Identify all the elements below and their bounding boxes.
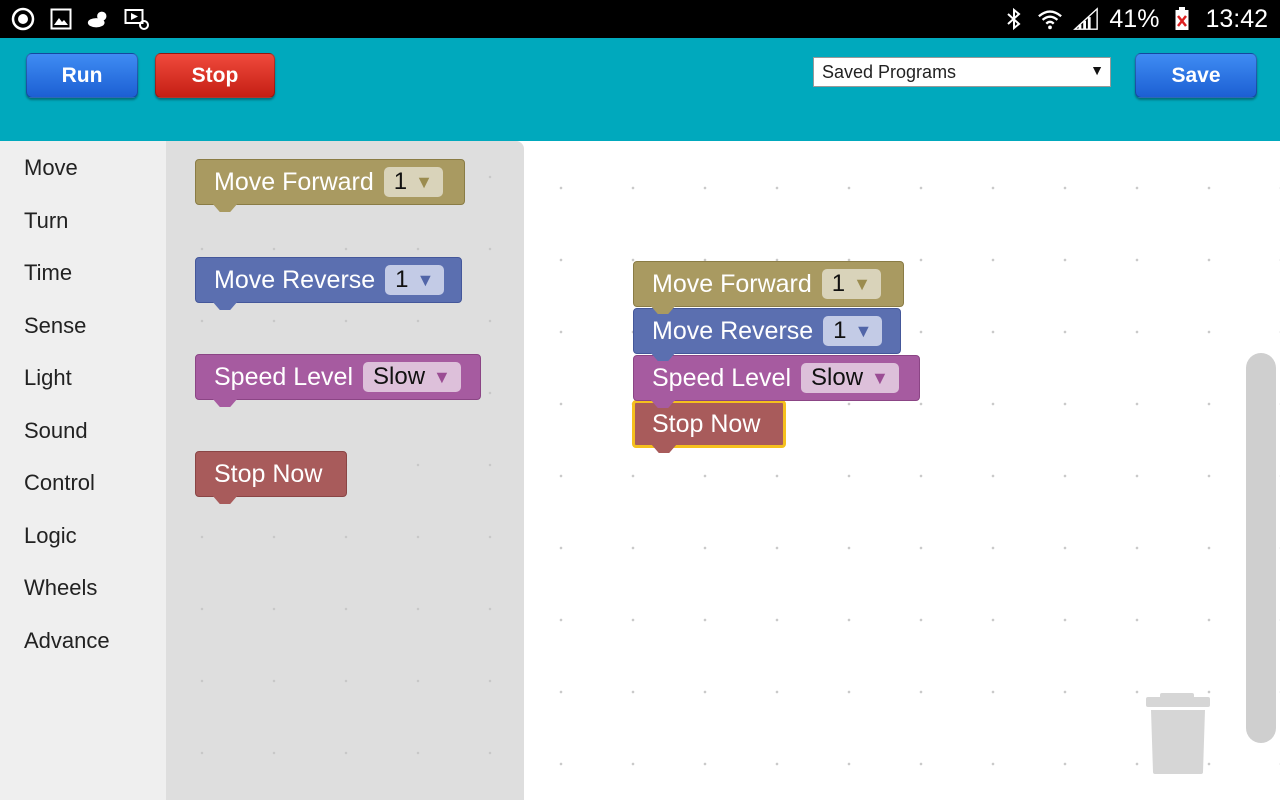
dropdown-arrow-icon: ▼ (853, 273, 871, 294)
category-control[interactable]: Control (24, 470, 95, 496)
battery-icon (1169, 6, 1195, 32)
flyout-speed-level-block[interactable]: Speed Level Slow ▼ (195, 354, 481, 407)
move-reverse-value-dropdown[interactable]: 1 ▼ (385, 265, 445, 295)
block-label: Move Reverse (214, 265, 376, 294)
block-label: Move Reverse (652, 316, 814, 345)
dropdown-value: 1 (833, 317, 847, 344)
category-sidebar: Move Turn Time Sense Light Sound Control… (0, 141, 166, 800)
toolbar: Run Stop Saved Programs ▼ Save (0, 38, 1280, 141)
dropdown-arrow-icon: ▼ (416, 269, 435, 290)
chevron-down-icon: ▼ (1090, 62, 1104, 78)
dropdown-value: Slow (373, 363, 426, 390)
category-logic[interactable]: Logic (24, 523, 77, 549)
move-reverse-value-dropdown[interactable]: 1 ▼ (823, 316, 883, 346)
status-bar: 41% 13:42 (0, 0, 1280, 38)
workspace-move-reverse-block[interactable]: Move Reverse 1 ▼ (633, 308, 901, 361)
category-advance[interactable]: Advance (24, 628, 110, 654)
category-wheels[interactable]: Wheels (24, 575, 97, 601)
circle-app-icon (10, 6, 36, 32)
block-label: Move Forward (652, 269, 812, 298)
saved-programs-select[interactable]: Saved Programs ▼ (813, 57, 1111, 87)
clock: 13:42 (1205, 5, 1268, 33)
category-time[interactable]: Time (24, 260, 72, 286)
stop-button[interactable]: Stop (155, 53, 275, 98)
speed-level-value-dropdown[interactable]: Slow ▼ (363, 362, 461, 392)
dropdown-arrow-icon: ▼ (415, 171, 433, 192)
wifi-icon (1037, 6, 1063, 32)
workspace-speed-level-block[interactable]: Speed Level Slow ▼ (633, 355, 920, 408)
block-notch (212, 398, 238, 407)
move-forward-value-dropdown[interactable]: 1 ▼ (821, 269, 881, 299)
category-light[interactable]: Light (24, 365, 72, 391)
dropdown-value: 1 (393, 168, 408, 195)
dropdown-arrow-icon: ▼ (854, 320, 873, 341)
dropdown-arrow-icon: ▼ (871, 367, 889, 388)
block-notch (212, 301, 238, 310)
block-notch (212, 495, 238, 504)
screen-mirror-icon (124, 6, 150, 32)
dropdown-arrow-icon: ▼ (433, 366, 451, 387)
category-sense[interactable]: Sense (24, 313, 86, 339)
flyout-move-reverse-block[interactable]: Move Reverse 1 ▼ (195, 257, 462, 310)
run-button[interactable]: Run (26, 53, 138, 98)
status-right-icons: 41% 13:42 (1001, 4, 1268, 34)
category-turn[interactable]: Turn (24, 208, 68, 234)
saved-programs-value: Saved Programs (822, 62, 957, 82)
flyout-move-forward-block[interactable]: Move Forward 1 ▼ (195, 159, 465, 212)
dropdown-value: 1 (831, 270, 846, 297)
category-sound[interactable]: Sound (24, 418, 88, 444)
dropdown-value: Slow (811, 364, 864, 391)
block-label: Stop Now (652, 409, 761, 438)
dropdown-value: 1 (395, 266, 409, 293)
block-label: Speed Level (652, 363, 792, 392)
block-notch (651, 444, 677, 453)
block-flyout: Move Forward 1 ▼ Move Reverse 1 ▼ Speed … (166, 141, 524, 800)
signal-icon (1073, 6, 1099, 32)
move-forward-value-dropdown[interactable]: 1 ▼ (383, 167, 443, 197)
workspace-stop-now-block[interactable]: Stop Now (632, 400, 786, 453)
save-button[interactable]: Save (1135, 53, 1257, 98)
gallery-icon (48, 6, 74, 32)
block-label: Speed Level (214, 362, 354, 391)
flyout-stop-now-block[interactable]: Stop Now (195, 451, 347, 504)
workspace-scrollbar[interactable] (1246, 353, 1276, 743)
weather-icon (86, 6, 112, 32)
trash-icon[interactable] (1146, 690, 1210, 776)
workspace-move-forward-block[interactable]: Move Forward 1 ▼ (633, 261, 904, 314)
status-left-icons (10, 6, 150, 32)
battery-percent: 41% (1109, 5, 1160, 33)
block-label: Stop Now (214, 459, 323, 488)
bluetooth-icon (1001, 6, 1027, 32)
category-move[interactable]: Move (24, 155, 78, 181)
block-notch (212, 203, 238, 212)
block-label: Move Forward (214, 167, 374, 196)
speed-level-value-dropdown[interactable]: Slow ▼ (801, 363, 899, 393)
